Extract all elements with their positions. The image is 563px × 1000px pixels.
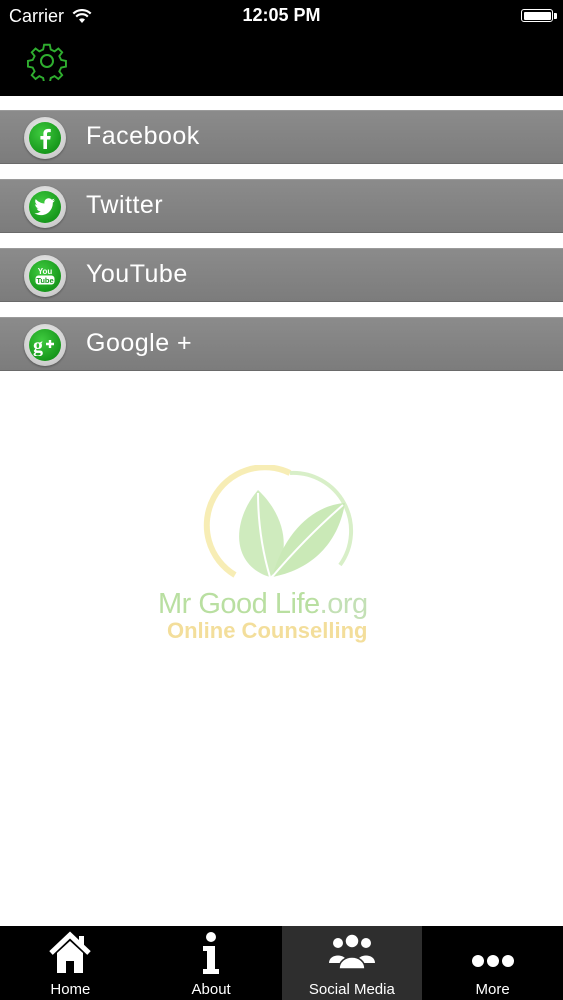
social-label-google-plus: Google + [86, 329, 193, 357]
tab-label-more: More [475, 981, 510, 998]
people-icon [328, 933, 375, 970]
social-label-youtube: YouTube [86, 260, 188, 288]
svg-text:g: g [33, 335, 43, 356]
facebook-icon [24, 117, 66, 159]
gear-icon [27, 43, 67, 84]
home-icon [49, 931, 92, 973]
logo-title: Mr Good Life.org [158, 588, 368, 621]
tab-home[interactable]: Home [0, 926, 141, 1000]
svg-text:You: You [38, 267, 53, 276]
battery-nub [554, 13, 557, 19]
tab-bar: Home About Social Media More [0, 926, 563, 1000]
twitter-icon [24, 186, 66, 228]
status-time: 12:05 PM [242, 5, 321, 25]
info-icon [203, 932, 220, 974]
logo-title-main: Mr Good Life [158, 588, 320, 620]
social-list: Facebook Twitter You Tube YouTube g Goog… [0, 110, 563, 386]
tab-label-about: About [191, 981, 231, 998]
google-plus-icon: g [24, 324, 66, 366]
battery-icon [521, 9, 553, 22]
social-label-twitter: Twitter [86, 191, 164, 219]
svg-text:Tube: Tube [36, 276, 53, 285]
settings-button[interactable] [27, 41, 67, 84]
status-bar: Carrier 12:05 PM [0, 0, 563, 32]
tab-about[interactable]: About [141, 926, 282, 1000]
logo-title-org: .org [319, 588, 368, 620]
social-row-youtube[interactable]: You Tube YouTube [0, 248, 563, 302]
nav-bar [0, 32, 563, 96]
more-icon [471, 955, 514, 967]
tab-label-home: Home [50, 981, 91, 998]
social-row-twitter[interactable]: Twitter [0, 179, 563, 233]
logo-tagline: Online Counselling [167, 618, 368, 643]
social-row-google-plus[interactable]: g Google + [0, 317, 563, 371]
tab-social-media[interactable]: Social Media [281, 926, 423, 1000]
youtube-icon: You Tube [24, 255, 66, 297]
tab-more[interactable]: More [422, 926, 563, 1000]
battery-fill [523, 11, 551, 20]
social-label-facebook: Facebook [86, 122, 200, 150]
social-row-facebook[interactable]: Facebook [0, 110, 563, 164]
tab-label-social-media: Social Media [308, 981, 395, 998]
